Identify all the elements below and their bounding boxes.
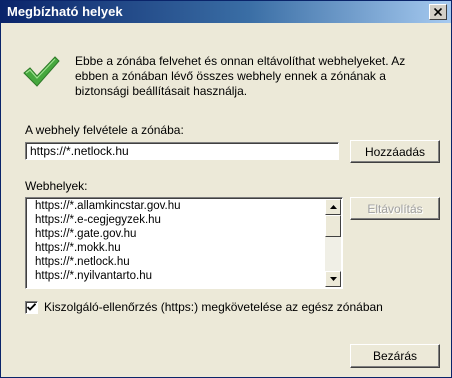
websites-scrollbar[interactable] bbox=[325, 199, 341, 287]
checkbox-check-icon bbox=[27, 303, 36, 311]
https-check-row[interactable]: Kiszolgáló-ellenőrzés (https:) megkövete… bbox=[25, 300, 383, 314]
list-item[interactable]: https://*.allamkincstar.gov.hu bbox=[35, 199, 322, 213]
https-check-label: Kiszolgáló-ellenőrzés (https:) megkövete… bbox=[44, 300, 383, 314]
close-dialog-button[interactable]: Bezárás bbox=[350, 344, 440, 368]
scroll-thumb[interactable] bbox=[325, 215, 341, 237]
scroll-up-button[interactable] bbox=[325, 199, 341, 215]
zone-description: Ebbe a zónába felvehet és onnan eltávolí… bbox=[75, 54, 406, 98]
add-site-label: A webhely felvétele a zónába: bbox=[25, 123, 184, 137]
list-item[interactable]: https://*.gate.gov.hu bbox=[35, 227, 322, 241]
close-icon bbox=[434, 8, 442, 16]
https-checkbox[interactable] bbox=[25, 300, 38, 314]
scroll-down-button[interactable] bbox=[325, 271, 341, 287]
title-bar[interactable]: Megbízható helyek bbox=[1, 1, 451, 23]
remove-button[interactable]: Eltávolítás bbox=[350, 197, 440, 220]
list-item[interactable]: https://*.e-cegjegyzek.hu bbox=[35, 213, 322, 227]
list-item[interactable]: https://*.netlock.hu bbox=[35, 255, 322, 269]
websites-label: Webhelyek: bbox=[25, 179, 88, 193]
close-button[interactable] bbox=[429, 4, 447, 20]
list-item[interactable]: https://*.nyilvantarto.hu bbox=[35, 269, 322, 283]
list-item[interactable]: https://*.mokk.hu bbox=[35, 241, 322, 255]
websites-list: https://*.allamkincstar.gov.hu https://*… bbox=[26, 198, 322, 288]
websites-listbox[interactable]: https://*.allamkincstar.gov.hu https://*… bbox=[25, 197, 343, 289]
arrow-up-icon bbox=[329, 205, 337, 209]
dialog-window: Megbízható helyek Ebbe a zónába felvehet… bbox=[0, 0, 452, 378]
add-button[interactable]: Hozzáadás bbox=[350, 140, 440, 163]
checkmark-icon bbox=[23, 56, 60, 87]
arrow-down-icon bbox=[329, 277, 337, 281]
site-url-input[interactable] bbox=[25, 142, 339, 160]
window-title: Megbízható helyek bbox=[7, 4, 123, 19]
